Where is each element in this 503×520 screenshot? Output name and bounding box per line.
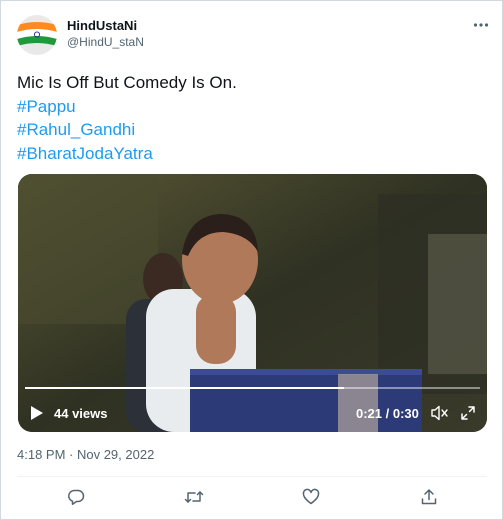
video-player[interactable]: 44 views 0:21 / 0:30 [18, 174, 487, 432]
avatar[interactable] [17, 15, 57, 55]
share-icon[interactable] [419, 487, 439, 507]
video-progress-bar[interactable] [25, 387, 480, 389]
video-progress-fill [25, 387, 344, 389]
more-options-icon[interactable] [471, 15, 491, 35]
play-icon[interactable] [30, 405, 44, 421]
author-display-name[interactable]: HindUstaNi [67, 18, 137, 33]
hashtag-link[interactable]: #Rahul_Gandhi [17, 118, 487, 142]
video-frame [18, 174, 487, 432]
tweet-timestamp[interactable]: 4:18 PM · Nov 29, 2022 [17, 447, 154, 462]
tweet-text-line: Mic Is Off But Comedy Is On. [17, 73, 237, 92]
india-flag-icon [17, 15, 57, 55]
like-icon[interactable] [301, 487, 321, 507]
tweet-text: Mic Is Off But Comedy Is On. #Pappu #Rah… [17, 71, 487, 165]
divider [17, 476, 487, 477]
tweet-card: HindUstaNi @HindU_staN Mic Is Off But Co… [0, 0, 503, 520]
author-handle[interactable]: @HindU_staN [67, 35, 144, 49]
hashtag-link[interactable]: #Pappu [17, 95, 487, 119]
hashtag-link[interactable]: #BharatJodaYatra [17, 142, 487, 166]
mute-icon[interactable] [431, 405, 449, 421]
reply-icon[interactable] [66, 487, 86, 507]
video-time: 0:21 / 0:30 [356, 406, 419, 421]
expand-icon[interactable] [460, 405, 476, 421]
video-views: 44 views [54, 406, 108, 421]
retweet-icon[interactable] [184, 487, 204, 507]
